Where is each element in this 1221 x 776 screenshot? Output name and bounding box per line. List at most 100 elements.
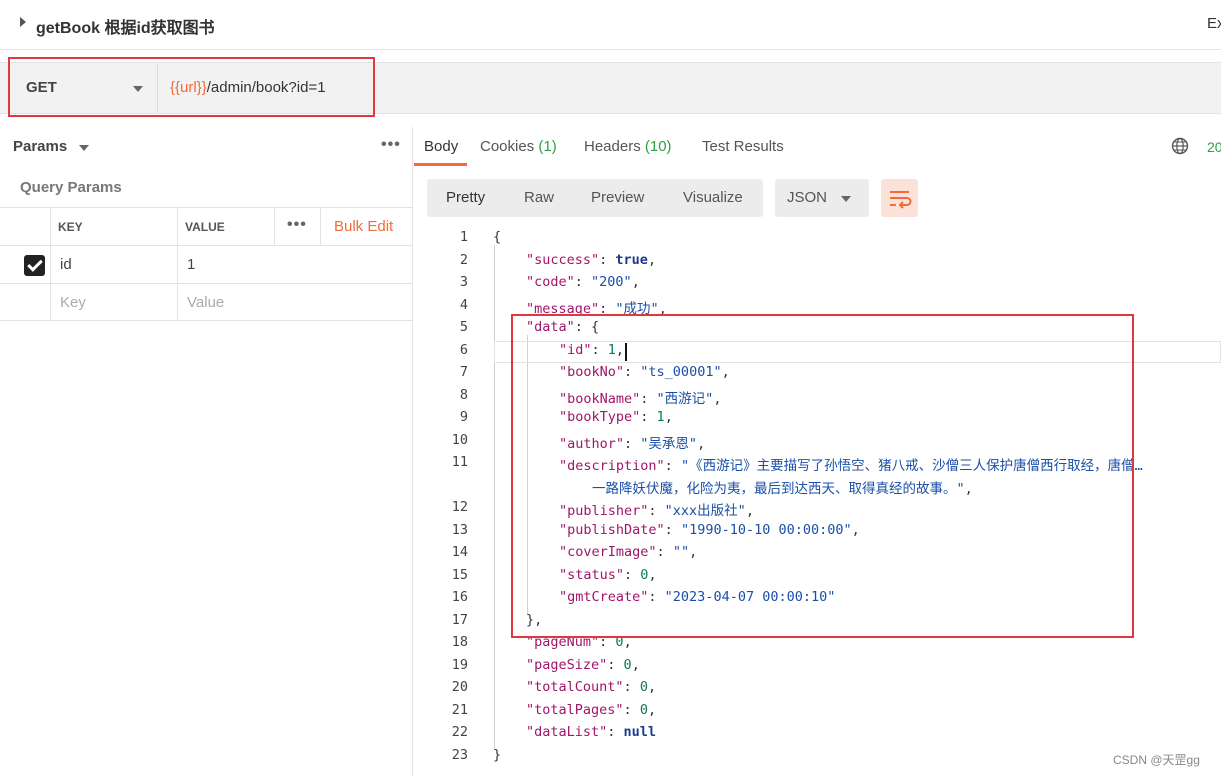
language-select[interactable]: JSON — [775, 179, 869, 217]
code-token: : — [624, 435, 641, 452]
code-token: : — [664, 521, 681, 538]
code-line: 9 "bookType": 1, — [414, 409, 1221, 431]
active-tab-indicator — [414, 163, 467, 166]
code-token: "description" — [559, 458, 665, 474]
tab-cookies-count: (1) — [538, 138, 557, 155]
code-token: "gmtCreate" — [559, 589, 649, 605]
code-token: : — [623, 701, 640, 718]
code-token: "bookNo" — [559, 364, 625, 380]
code-token: null — [623, 724, 657, 740]
code-text: "coverImage": "", — [559, 544, 697, 560]
code-token: , — [647, 251, 657, 268]
code-token: "coverImage" — [559, 544, 657, 560]
code-text: "totalPages": 0, — [526, 702, 656, 718]
code-token: "totalPages" — [526, 701, 624, 718]
examples-link[interactable]: Ex — [1207, 15, 1221, 32]
line-number: 19 — [451, 656, 468, 673]
code-text: "bookNo": "ts_00001", — [559, 364, 730, 380]
line-number: 13 — [451, 521, 468, 538]
code-line: 一路降妖伏魔，化险为夷，最后到达西天、取得真经的故事。", — [414, 477, 1221, 499]
param-enabled-checkbox[interactable] — [24, 255, 45, 276]
code-token: "status" — [559, 566, 625, 583]
code-text: } — [493, 747, 501, 763]
chevron-down-icon — [133, 86, 143, 92]
line-number: 22 — [451, 724, 468, 740]
request-title-bar: getBook 根据id获取图书 Ex — [0, 0, 1221, 50]
code-text: 一路降妖伏魔，化险为夷，最后到达西天、取得真经的故事。", — [592, 477, 973, 497]
format-pretty[interactable]: Pretty — [446, 189, 485, 206]
code-token: "200" — [591, 274, 632, 290]
code-token: 0 — [639, 701, 648, 718]
request-name[interactable]: getBook 根据id获取图书 — [36, 14, 215, 38]
code-token: "publishDate" — [559, 521, 665, 538]
code-token: "bookName" — [559, 390, 641, 407]
format-raw[interactable]: Raw — [524, 189, 554, 206]
code-token: "dataList" — [526, 724, 608, 740]
tab-headers-label: Headers — [584, 138, 641, 155]
url-variable: {{url}} — [170, 79, 207, 96]
code-token: , — [615, 341, 625, 358]
new-key-input[interactable]: Key — [60, 294, 86, 311]
line-number: 18 — [451, 634, 468, 650]
value-column-header: VALUE — [185, 220, 225, 234]
code-line: 13 "publishDate": "1990-10-10 00:00:00", — [414, 522, 1221, 544]
collapse-caret-icon[interactable] — [20, 17, 26, 27]
code-line: 6 "id": 1, — [414, 342, 1221, 364]
code-token: 1 — [656, 409, 665, 425]
code-token: , — [648, 566, 657, 583]
code-line: 17}, — [414, 612, 1221, 634]
url-input[interactable]: {{url}}/admin/book?id=1 — [170, 79, 326, 96]
chevron-down-icon[interactable] — [79, 145, 89, 151]
code-token: 0 — [639, 679, 648, 695]
params-tab[interactable]: Params — [13, 138, 67, 155]
tab-body[interactable]: Body — [424, 138, 458, 155]
line-number: 1 — [459, 229, 468, 245]
tab-test-results[interactable]: Test Results — [702, 138, 784, 155]
request-bar: GET {{url}}/admin/book?id=1 — [0, 62, 1221, 114]
tab-headers[interactable]: Headers (10) — [584, 138, 672, 155]
code-text: "data": { — [526, 319, 599, 335]
code-token: , — [631, 274, 640, 290]
wrap-lines-button[interactable] — [881, 179, 918, 217]
status-code: 20 — [1207, 139, 1221, 155]
code-token: "吴承恩" — [640, 435, 698, 452]
method-select[interactable]: GET — [12, 63, 158, 113]
code-token: "ts_00001" — [640, 364, 722, 380]
code-token: : — [599, 634, 616, 650]
param-value-cell[interactable]: 1 — [187, 256, 195, 273]
line-number: 21 — [451, 701, 468, 718]
more-options-icon[interactable]: ••• — [381, 136, 401, 154]
format-visualize[interactable]: Visualize — [683, 189, 743, 206]
column-options-icon[interactable]: ••• — [287, 216, 307, 234]
line-number: 12 — [451, 499, 468, 515]
line-number: 16 — [451, 589, 468, 605]
response-body-editor[interactable]: 1{2 "success": true, 3 "code": "200", 4 "mess… — [414, 227, 1221, 776]
code-line: 16 "gmtCreate": "2023-04-07 00:00:10" — [414, 589, 1221, 611]
code-text: "pageSize": 0, — [526, 657, 640, 673]
line-number: 4 — [459, 296, 468, 313]
bulk-edit-link[interactable]: Bulk Edit — [334, 218, 393, 235]
code-line: 14 "coverImage": "", — [414, 544, 1221, 566]
code-line: 11 "description": "《西游记》主要描写了孙悟空、猪八戒、沙僧三人… — [414, 454, 1221, 476]
line-number: 14 — [451, 544, 468, 560]
code-line: 3 "code": "200", — [414, 274, 1221, 296]
tab-cookies[interactable]: Cookies (1) — [480, 138, 557, 155]
line-number: 2 — [459, 251, 468, 268]
params-panel: Params ••• Query Params KEY VALUE ••• Bu… — [0, 127, 413, 776]
code-token: : { — [574, 319, 600, 335]
format-preview[interactable]: Preview — [591, 189, 644, 206]
params-table: KEY VALUE ••• Bulk Edit id 1 Key Value — [0, 207, 413, 321]
tab-test-results-label: Test Results — [702, 138, 784, 155]
table-row: id 1 — [0, 245, 413, 283]
code-token: , — [623, 634, 632, 650]
code-token: : — [624, 364, 641, 380]
code-token: }, — [526, 611, 543, 628]
new-value-input[interactable]: Value — [187, 294, 224, 311]
line-number: 20 — [451, 679, 468, 695]
globe-icon[interactable] — [1171, 137, 1189, 155]
param-key-cell[interactable]: id — [60, 256, 72, 273]
code-text: "id": 1, — [559, 342, 624, 358]
code-token: 一路降妖伏魔，化险为夷，最后到达西天、取得真经的故事。" — [592, 480, 965, 497]
line-number: 3 — [459, 274, 468, 290]
line-number: 17 — [451, 611, 468, 628]
